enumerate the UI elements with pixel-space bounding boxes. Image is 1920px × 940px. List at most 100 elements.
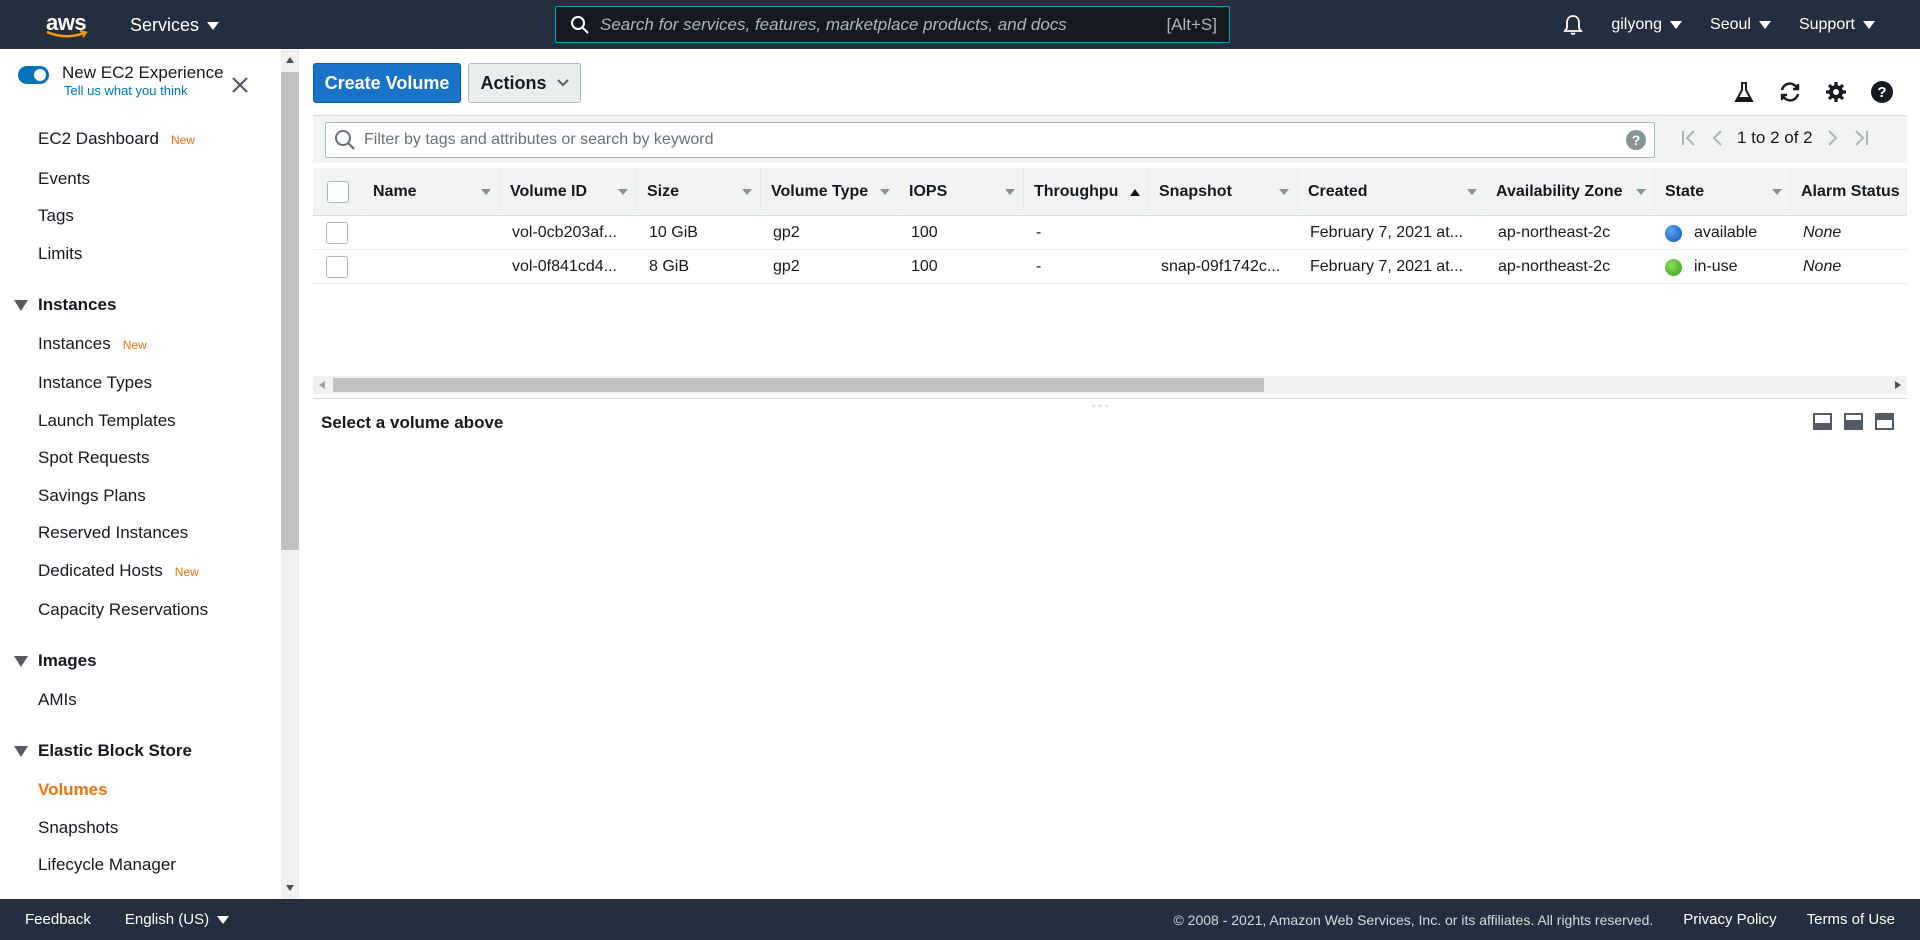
- table-row[interactable]: vol-0cb203af... 10 GiB gp2 100 - Februar…: [313, 216, 1907, 250]
- column-header-state[interactable]: State: [1655, 168, 1791, 216]
- sidebar-item-instance-types[interactable]: Instance Types: [38, 373, 152, 393]
- sidebar-item-dedicated-hosts[interactable]: Dedicated Hosts New: [38, 561, 199, 581]
- cell-availability-zone: ap-northeast-2c: [1498, 224, 1611, 241]
- sort-icon: [1772, 189, 1782, 195]
- sidebar-item-launch-templates[interactable]: Launch Templates: [38, 411, 176, 431]
- last-page-icon[interactable]: [1853, 129, 1869, 147]
- sidebar-item-savings-plans[interactable]: Savings Plans: [38, 486, 146, 506]
- sidebar-section-images[interactable]: Images: [14, 651, 97, 671]
- sidebar-item-ec2-dashboard[interactable]: EC2 Dashboard New: [38, 129, 195, 149]
- filter-search[interactable]: ?: [325, 122, 1655, 158]
- column-header-alarm-status[interactable]: Alarm Status: [1791, 168, 1907, 216]
- layout-bottom-small-icon[interactable]: [1813, 413, 1832, 430]
- row-checkbox[interactable]: [326, 222, 348, 244]
- region-menu[interactable]: Seoul: [1710, 16, 1771, 34]
- sidebar-item-instances[interactable]: Instances New: [38, 334, 147, 354]
- global-search-input[interactable]: [600, 14, 1167, 35]
- sidebar-item-volumes[interactable]: Volumes: [38, 780, 108, 800]
- cell-name: [374, 250, 499, 284]
- cell-iops: 100: [911, 258, 938, 275]
- toolbar-icons: ?: [1732, 80, 1894, 104]
- new-experience-toggle[interactable]: [18, 66, 49, 84]
- new-experience-toggle-block: New EC2 Experience Tell us what you thin…: [18, 63, 224, 98]
- column-header-name[interactable]: Name: [363, 168, 500, 216]
- close-icon[interactable]: [230, 75, 250, 95]
- column-header-throughput[interactable]: Throughpu: [1024, 168, 1149, 216]
- column-header-volume-id[interactable]: Volume ID: [500, 168, 637, 216]
- help-icon[interactable]: ?: [1870, 80, 1894, 104]
- state-label: available: [1694, 224, 1758, 241]
- column-header-size[interactable]: Size: [637, 168, 761, 216]
- select-all-checkbox[interactable]: [326, 181, 349, 203]
- new-badge: New: [122, 338, 147, 352]
- filter-input[interactable]: [364, 131, 1626, 149]
- pagination-range: 1 to 2 of 2: [1737, 128, 1813, 147]
- create-volume-button[interactable]: Create Volume: [313, 63, 461, 103]
- state-label: in-use: [1694, 258, 1738, 275]
- column-header-snapshot[interactable]: Snapshot: [1149, 168, 1298, 216]
- refresh-icon[interactable]: [1778, 80, 1802, 104]
- privacy-policy-link[interactable]: Privacy Policy: [1683, 911, 1776, 928]
- gear-icon[interactable]: [1824, 80, 1848, 104]
- sidebar-item-amis[interactable]: AMIs: [38, 690, 77, 710]
- language-selector[interactable]: English (US): [125, 911, 230, 928]
- column-header-iops[interactable]: IOPS: [899, 168, 1024, 216]
- footer-feedback-link[interactable]: Feedback: [25, 911, 91, 928]
- scrollbar-thumb[interactable]: [333, 378, 1264, 392]
- scrollbar-thumb[interactable]: [281, 72, 299, 550]
- sidebar-section-ebs[interactable]: Elastic Block Store: [14, 741, 192, 761]
- row-checkbox-cell: [326, 216, 356, 250]
- new-badge: New: [174, 565, 199, 579]
- sidebar-item-capacity-reservations[interactable]: Capacity Reservations: [38, 600, 208, 620]
- table-row[interactable]: vol-0f841cd4... 8 GiB gp2 100 - snap-09f…: [313, 250, 1907, 284]
- global-search[interactable]: [Alt+S]: [555, 6, 1230, 43]
- cell-volume-id: vol-0cb203af...: [512, 224, 617, 241]
- sidebar-item-snapshots[interactable]: Snapshots: [38, 818, 118, 838]
- sidebar-item-spot-requests[interactable]: Spot Requests: [38, 448, 150, 468]
- prev-page-icon[interactable]: [1711, 129, 1723, 147]
- drag-handle-icon[interactable]: ▫▫▫: [1092, 401, 1112, 412]
- bell-icon[interactable]: [1563, 14, 1584, 36]
- next-page-icon[interactable]: [1827, 129, 1839, 147]
- column-header-created[interactable]: Created: [1298, 168, 1486, 216]
- scroll-left-icon[interactable]: [319, 381, 325, 389]
- sidebar-scrollbar[interactable]: [281, 49, 299, 899]
- support-menu[interactable]: Support: [1799, 16, 1875, 34]
- sort-icon: [1005, 189, 1015, 195]
- services-label: Services: [130, 15, 200, 35]
- flask-icon[interactable]: [1732, 80, 1756, 104]
- terms-of-use-link[interactable]: Terms of Use: [1807, 911, 1895, 928]
- table-horizontal-scrollbar[interactable]: [313, 376, 1907, 394]
- footer: Feedback English (US) © 2008 - 2021, Ama…: [0, 899, 1920, 940]
- sidebar-section-instances[interactable]: Instances: [14, 295, 116, 315]
- sidebar-item-reserved-instances[interactable]: Reserved Instances: [38, 523, 188, 543]
- pane-splitter[interactable]: [313, 398, 1907, 399]
- filter-help-icon[interactable]: ?: [1626, 130, 1646, 150]
- new-badge: New: [170, 133, 195, 147]
- actions-label: Actions: [480, 72, 547, 93]
- aws-logo[interactable]: aws: [44, 8, 90, 40]
- cell-state: in-use: [1665, 250, 1789, 284]
- first-page-icon[interactable]: [1681, 129, 1697, 147]
- feedback-link[interactable]: Tell us what you think: [64, 83, 224, 98]
- layout-bottom-half-icon[interactable]: [1844, 413, 1863, 430]
- layout-top-icon[interactable]: [1875, 413, 1894, 430]
- search-shortcut-hint: [Alt+S]: [1166, 14, 1217, 34]
- column-header-volume-type[interactable]: Volume Type: [761, 168, 899, 216]
- user-menu[interactable]: gilyong: [1611, 16, 1683, 34]
- cell-created: February 7, 2021 at...: [1310, 258, 1463, 275]
- services-menu[interactable]: Services: [130, 15, 220, 36]
- scroll-up-icon[interactable]: [286, 57, 294, 63]
- row-checkbox[interactable]: [326, 256, 348, 278]
- scroll-right-icon[interactable]: [1895, 381, 1901, 389]
- sidebar-item-limits[interactable]: Limits: [38, 244, 82, 264]
- scroll-down-icon[interactable]: [286, 885, 294, 891]
- cell-state: available: [1665, 216, 1789, 250]
- detail-pane-title: Select a volume above: [321, 413, 504, 432]
- actions-button[interactable]: Actions: [468, 63, 581, 103]
- caret-down-icon: [207, 21, 220, 30]
- sidebar-item-events[interactable]: Events: [38, 169, 90, 189]
- sidebar-item-tags[interactable]: Tags: [38, 206, 74, 226]
- sidebar-item-lifecycle-manager[interactable]: Lifecycle Manager: [38, 855, 176, 875]
- column-header-availability-zone[interactable]: Availability Zone: [1486, 168, 1655, 216]
